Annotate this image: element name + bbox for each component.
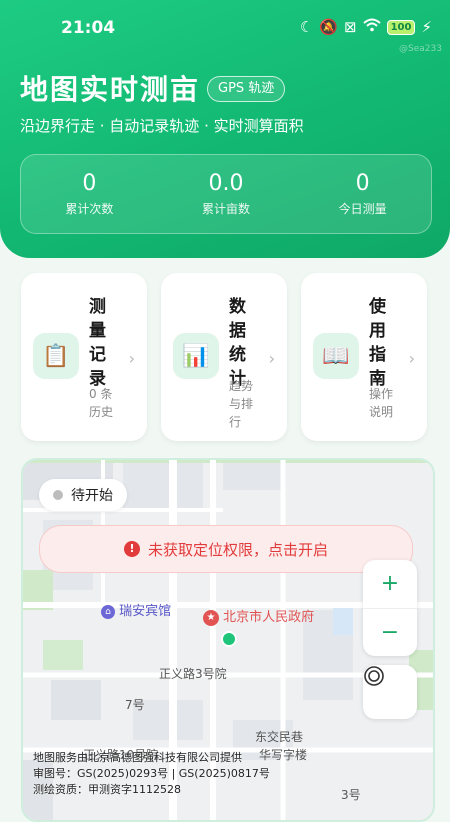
map-label-hotel: ⌂ 瑞安宾馆 <box>101 600 171 619</box>
map-label-road: 3号 <box>341 788 361 802</box>
locate-icon <box>364 666 384 686</box>
stat-value: 0.0 <box>208 171 244 196</box>
zoom-out-button[interactable]: − <box>363 608 417 657</box>
mute-bell-icon: 🔕 <box>319 18 338 36</box>
card-subtitle: 0 条历史 <box>89 387 114 419</box>
card-guide[interactable]: 📖 使用指南 操作说明 › <box>301 273 427 441</box>
copyright-line: 审图号：GS(2025)0293号 | GS(2025)0817号 <box>33 767 270 780</box>
moon-icon: ☾ <box>299 18 314 36</box>
locate-button[interactable] <box>363 665 417 719</box>
gov-name: 北京市人民政府 <box>223 610 315 625</box>
card-subtitle: 趋势与排行 <box>229 379 254 429</box>
measure-status-chip: 待开始 <box>39 479 127 511</box>
hotel-name: 瑞安宾馆 <box>119 604 172 619</box>
stat-today: 0 今日测量 <box>294 155 431 233</box>
book-icon: 📖 <box>313 333 359 379</box>
hotel-icon: ⌂ <box>101 604 115 619</box>
watermark: @Sea233 <box>399 44 442 54</box>
map-label-road: 东交民巷 <box>255 730 304 744</box>
chevron-right-icon: › <box>128 349 135 368</box>
card-title: 测量记录 <box>89 297 106 389</box>
status-dot <box>53 490 63 500</box>
stat-label: 今日测量 <box>338 202 387 216</box>
gps-badge: GPS 轨迹 <box>207 76 286 102</box>
warning-icon: ! <box>123 541 140 557</box>
card-records[interactable]: 📋 测量记录 0 条历史 › <box>21 273 147 441</box>
stats-panel: 0 累计次数 0.0 累计亩数 0 今日测量 <box>20 154 432 234</box>
sim-off-icon: ⊠ <box>344 18 357 36</box>
map-label-gov: ★ 北京市人民政府 <box>203 606 314 626</box>
clipboard-icon: 📋 <box>33 333 79 379</box>
map-label-road: 7号 <box>125 698 145 712</box>
stat-value: 0 <box>355 171 370 196</box>
zoom-controls: + − <box>363 560 417 656</box>
stat-label: 累计次数 <box>65 202 114 216</box>
stat-total-count: 0 累计次数 <box>21 155 158 233</box>
star-pin-icon: ★ <box>203 609 219 626</box>
copyright-line: 测绘资质：甲测资字1112528 <box>33 783 181 796</box>
wifi-icon <box>362 18 381 36</box>
stat-value: 0 <box>82 171 97 196</box>
card-title: 使用指南 <box>369 297 386 389</box>
stat-total-mu: 0.0 累计亩数 <box>158 155 295 233</box>
chevron-right-icon: › <box>408 349 415 368</box>
charging-icon: ⚡ <box>421 18 432 36</box>
map-label-road: 正义路3号院 <box>159 667 227 681</box>
chevron-right-icon: › <box>268 349 275 368</box>
status-icons: ☾ 🔕 ⊠ 100 ⚡ <box>300 18 432 36</box>
location-permission-banner[interactable]: ! 未获取定位权限，点击开启 <box>39 525 413 573</box>
status-bar: 21:04 ☾ 🔕 ⊠ 100 ⚡ @Sea233 <box>0 0 450 56</box>
page-subtitle: 沿边界行走 · 自动记录轨迹 · 实时测算面积 <box>20 117 304 135</box>
card-subtitle: 操作说明 <box>369 387 394 419</box>
status-time: 21:04 <box>61 18 116 38</box>
feature-cards: 📋 测量记录 0 条历史 › 📊 数据统计 趋势与排行 › 📖 使用指南 操作说… <box>21 273 431 441</box>
bar-chart-icon: 📊 <box>173 333 219 379</box>
copyright-line: 地图服务由北京高德图强科技有限公司提供 <box>33 751 242 764</box>
map-copyright: 地图服务由北京高德图强科技有限公司提供 审图号：GS(2025)0293号 | … <box>33 750 270 798</box>
stat-label: 累计亩数 <box>202 202 251 216</box>
current-location-dot <box>221 631 237 647</box>
battery-icon: 100 <box>386 19 416 35</box>
page-title: 地图实时测亩 <box>20 73 201 106</box>
permission-text: 未获取定位权限，点击开启 <box>147 540 328 559</box>
card-statistics[interactable]: 📊 数据统计 趋势与排行 › <box>161 273 287 441</box>
zoom-in-button[interactable]: + <box>363 560 417 608</box>
header-banner: 21:04 ☾ 🔕 ⊠ 100 ⚡ @Sea233 地图实时测亩 GPS 轨迹 … <box>0 0 450 258</box>
status-text: 待开始 <box>71 488 113 504</box>
